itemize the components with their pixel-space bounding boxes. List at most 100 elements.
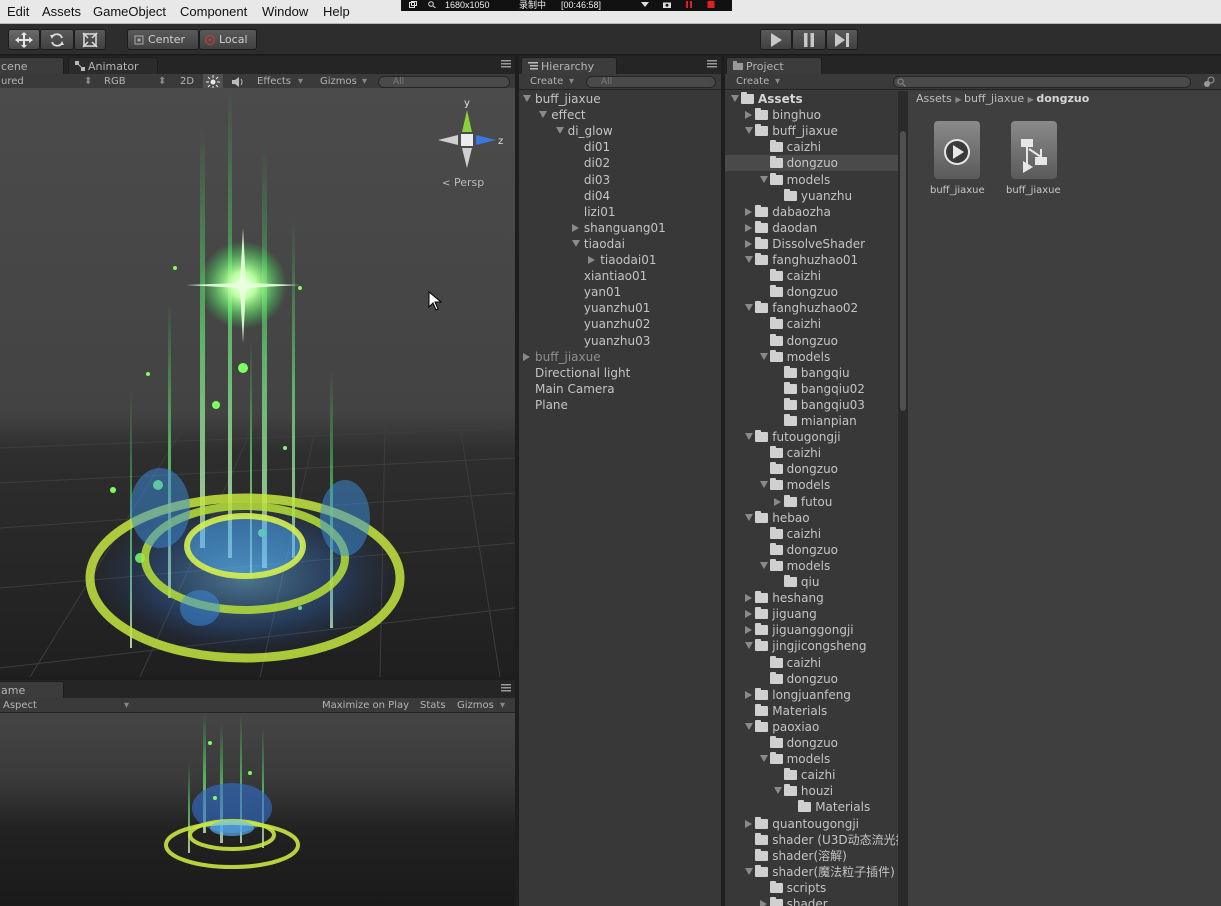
project-folder-row[interactable]: caizhi [725, 526, 898, 542]
scene-viewport[interactable]: y z < Persp [0, 88, 515, 677]
expand-arrow-right-icon[interactable] [745, 610, 753, 619]
project-folder-row[interactable]: caizhi [725, 767, 898, 783]
hierarchy-row[interactable]: di_glow [519, 123, 721, 139]
pivot-center-button[interactable]: Center [127, 29, 199, 50]
project-folder-row[interactable]: heshang [725, 590, 898, 606]
project-folder-row[interactable]: caizhi [725, 268, 898, 284]
space-local-button[interactable]: Local [199, 29, 257, 50]
hierarchy-row[interactable]: Main Camera [519, 381, 721, 397]
maximize-on-play-toggle[interactable]: Maximize on Play [322, 700, 409, 711]
expand-arrow-right-icon[interactable] [745, 207, 753, 216]
expand-arrow-down-icon[interactable] [523, 95, 531, 102]
expand-arrow-down-icon[interactable] [759, 561, 768, 569]
project-folder-row[interactable]: jiguang [725, 606, 898, 622]
game-panel-menu-icon[interactable] [501, 684, 511, 692]
hierarchy-row[interactable]: buff_jiaxue [519, 91, 721, 107]
project-folder-row[interactable]: caizhi [725, 139, 898, 155]
expand-arrow-down-icon[interactable] [773, 787, 782, 795]
project-folder-row[interactable]: caizhi [725, 316, 898, 332]
expand-arrow-down-icon[interactable] [571, 239, 580, 247]
project-folder-row[interactable]: dongzuo [725, 671, 898, 687]
zoom-icon[interactable] [428, 1, 436, 8]
move-tool-button[interactable] [8, 29, 40, 50]
project-folder-row[interactable]: longjuanfeng [725, 687, 898, 703]
tab-animator[interactable]: Animator [68, 57, 158, 74]
menu-component[interactable]: Component [180, 4, 247, 19]
expand-arrow-right-icon[interactable] [745, 223, 753, 232]
expand-arrow-down-icon[interactable] [759, 481, 768, 489]
hierarchy-row[interactable]: di02 [519, 155, 721, 171]
project-folder-row[interactable]: futou [725, 494, 898, 510]
project-folder-row[interactable]: binghuo [725, 107, 898, 123]
project-folder-row[interactable]: yuanzhu [725, 188, 898, 204]
pause-button[interactable] [792, 29, 826, 50]
project-folder-row[interactable]: scripts [725, 880, 898, 896]
menu-edit[interactable]: Edit [7, 4, 29, 19]
project-folder-row[interactable]: shader(魔法粒子插件) [725, 864, 898, 880]
hierarchy-row[interactable]: yan01 [519, 284, 721, 300]
expand-arrow-right-icon[interactable] [523, 352, 530, 361]
expand-arrow-down-icon[interactable] [745, 433, 754, 441]
project-create-button[interactable]: Create [736, 76, 769, 87]
expand-arrow-down-icon[interactable] [759, 175, 768, 183]
hierarchy-row[interactable]: di03 [519, 172, 721, 188]
panel-menu-icon[interactable] [501, 60, 511, 68]
project-folder-row[interactable]: Materials [725, 799, 898, 815]
hierarchy-row[interactable]: tiaodai01 [519, 252, 721, 268]
project-tree-scrollbar[interactable] [898, 91, 908, 906]
project-folder-row[interactable]: models [725, 477, 898, 493]
hierarchy-row[interactable]: effect [519, 107, 721, 123]
hierarchy-row[interactable]: Directional light [519, 365, 721, 381]
expand-arrow-right-icon[interactable] [745, 594, 753, 603]
project-folder-row[interactable]: fanghuzhao02 [725, 300, 898, 316]
pause-record-icon[interactable] [685, 1, 693, 8]
project-folder-row[interactable]: dongzuo [725, 735, 898, 751]
filter-by-label-icon[interactable] [1203, 76, 1215, 88]
expand-arrow-down-icon[interactable] [759, 755, 768, 763]
expand-arrow-right-icon[interactable] [773, 497, 781, 506]
expand-arrow-down-icon[interactable] [745, 127, 754, 135]
gizmos-dropdown[interactable]: Gizmos [320, 76, 357, 87]
project-folder-row[interactable]: dabaozha [725, 204, 898, 220]
project-folder-row[interactable]: DissolveShader [725, 236, 898, 252]
hierarchy-row[interactable]: yuanzhu02 [519, 316, 721, 332]
hierarchy-row[interactable]: lizi01 [519, 204, 721, 220]
project-folder-row[interactable]: dongzuo [725, 542, 898, 558]
scene-search-input[interactable]: All [378, 76, 510, 88]
project-folder-row[interactable]: hebao [725, 510, 898, 526]
hierarchy-row[interactable]: tiaodai [519, 236, 721, 252]
play-button[interactable] [760, 29, 792, 50]
project-folder-row[interactable]: bangqiu [725, 365, 898, 381]
menu-assets[interactable]: Assets [42, 4, 81, 19]
asset-animator-controller[interactable] [1011, 121, 1057, 179]
stop-record-icon[interactable] [707, 1, 715, 8]
expand-arrow-right-icon[interactable] [745, 111, 753, 120]
project-folder-row[interactable]: caizhi [725, 445, 898, 461]
toggle-2d-button[interactable]: 2D [180, 76, 194, 87]
step-button[interactable] [826, 29, 858, 50]
project-folder-row[interactable]: bangqiu03 [725, 397, 898, 413]
breadcrumb-assets[interactable]: Assets [916, 92, 952, 105]
expand-arrow-right-icon[interactable] [745, 239, 753, 248]
project-folder-row[interactable]: jiguanggongji [725, 622, 898, 638]
project-folder-row[interactable]: shader (U3D动态流光插 [725, 832, 898, 848]
tab-hierarchy[interactable]: Hierarchy [521, 57, 617, 74]
project-folder-row[interactable]: caizhi [725, 655, 898, 671]
project-folder-row[interactable]: Assets [725, 91, 898, 107]
hierarchy-row[interactable]: di04 [519, 188, 721, 204]
asset-animation-clip[interactable] [934, 121, 980, 179]
window-icon[interactable] [409, 1, 417, 8]
hierarchy-create-button[interactable]: Create [530, 76, 563, 87]
expand-arrow-down-icon[interactable] [745, 867, 754, 875]
project-folder-row[interactable]: shader [725, 896, 898, 906]
tab-game[interactable]: ame [0, 681, 64, 698]
hierarchy-row[interactable]: di01 [519, 139, 721, 155]
project-folder-row[interactable]: paoxiao [725, 719, 898, 735]
project-folder-row[interactable]: dongzuo [725, 461, 898, 477]
project-folder-row[interactable]: models [725, 558, 898, 574]
menu-gameobject[interactable]: GameObject [93, 4, 166, 19]
project-folder-row[interactable]: Materials [725, 703, 898, 719]
rotate-tool-button[interactable] [40, 29, 74, 50]
camera-icon[interactable] [663, 1, 671, 8]
project-folder-row[interactable]: quantougongji [725, 816, 898, 832]
